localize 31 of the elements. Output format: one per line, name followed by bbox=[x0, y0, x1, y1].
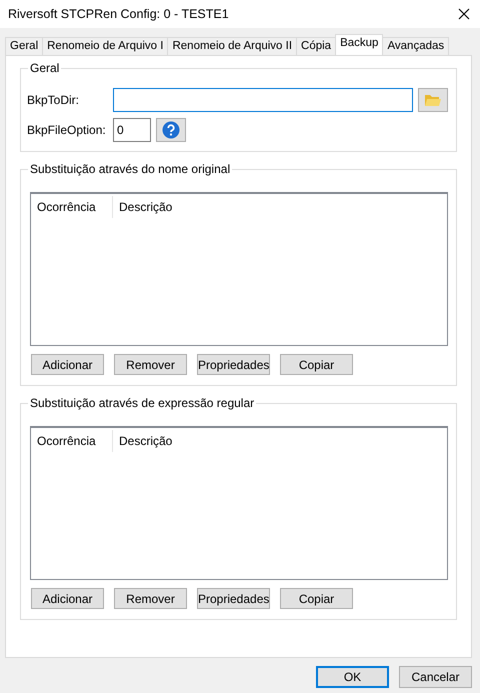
action-button[interactable]: Adicionar bbox=[31, 354, 104, 375]
tab[interactable]: Avançadas bbox=[382, 37, 450, 55]
dialog-button[interactable]: OK bbox=[316, 666, 389, 688]
list-view[interactable]: Ocorrência Descrição bbox=[30, 426, 448, 580]
action-button[interactable]: Remover bbox=[114, 354, 187, 375]
input-field[interactable] bbox=[113, 88, 413, 112]
group-title: Geral bbox=[28, 61, 62, 75]
column-header[interactable]: Ocorrência bbox=[31, 430, 113, 452]
field-label: BkpFileOption: bbox=[27, 122, 107, 139]
action-button[interactable]: Remover bbox=[114, 588, 187, 609]
action-button[interactable]: Copiar bbox=[280, 354, 353, 375]
list-view[interactable]: Ocorrência Descrição bbox=[30, 192, 448, 346]
tab[interactable]: Backup bbox=[335, 34, 384, 55]
column-header[interactable]: Descrição bbox=[113, 430, 178, 452]
column-header[interactable]: Descrição bbox=[113, 196, 178, 218]
tab[interactable]: Geral bbox=[5, 37, 44, 55]
action-button[interactable]: Adicionar bbox=[31, 588, 104, 609]
group-title: Substituição através do nome original bbox=[28, 162, 232, 176]
column-header[interactable]: Ocorrência bbox=[31, 196, 113, 218]
dialog-button[interactable]: Cancelar bbox=[399, 666, 472, 688]
help-icon bbox=[162, 121, 180, 139]
field-label: BkpToDir: bbox=[27, 92, 80, 109]
action-button[interactable]: Propriedades bbox=[197, 588, 270, 609]
close-icon[interactable] bbox=[458, 8, 470, 20]
input-field[interactable]: 0 bbox=[113, 118, 151, 142]
action-button[interactable]: Copiar bbox=[280, 588, 353, 609]
folder-icon bbox=[424, 93, 442, 107]
help-button[interactable] bbox=[156, 118, 186, 142]
action-button[interactable]: Propriedades bbox=[197, 354, 270, 375]
window-title: Riversoft STCPRen Config: 0 - TESTE1 bbox=[8, 6, 229, 23]
group-title: Substituição através de expressão regular bbox=[28, 396, 256, 410]
